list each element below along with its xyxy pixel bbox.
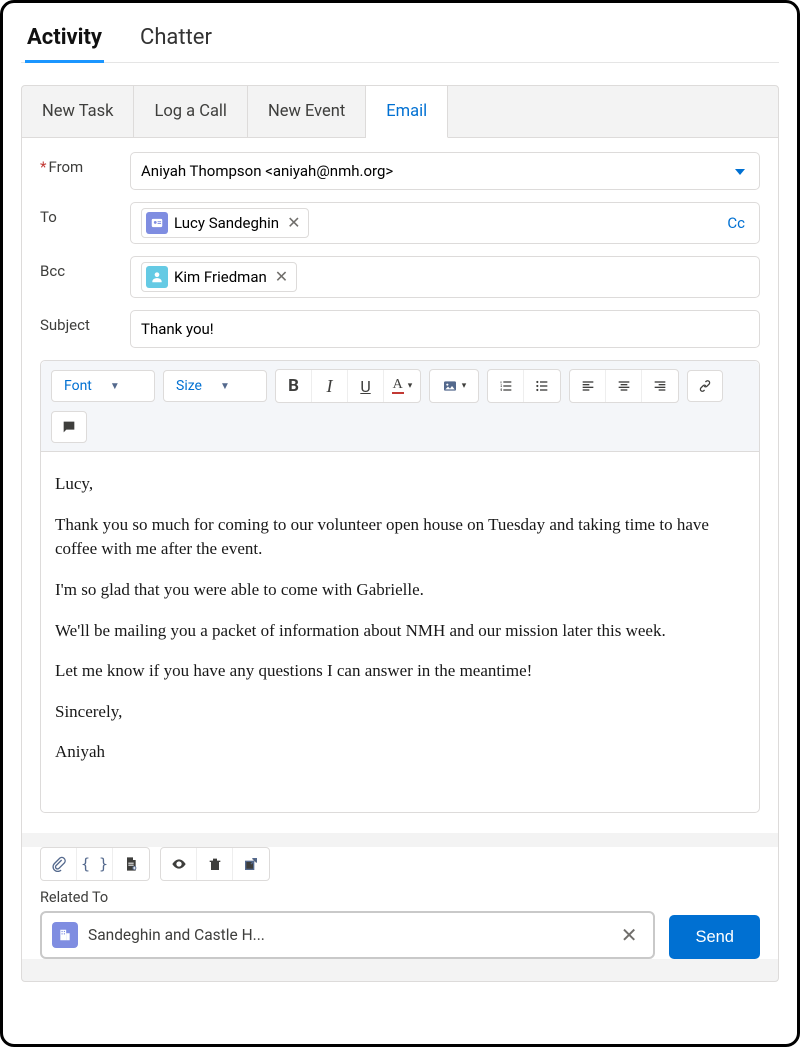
person-icon	[146, 266, 168, 288]
bcc-field[interactable]: Kim Friedman ✕	[130, 256, 760, 298]
send-button[interactable]: Send	[669, 915, 760, 959]
from-value: Aniyah Thompson <aniyah@nmh.org>	[141, 162, 393, 180]
body-line: Aniyah	[55, 740, 745, 765]
align-center-button[interactable]	[606, 370, 642, 402]
contact-card-icon	[146, 212, 168, 234]
account-icon	[52, 922, 78, 948]
popout-button[interactable]	[233, 848, 269, 880]
insert-image-button[interactable]: ▾	[430, 370, 478, 402]
inner-tab-bar: New Task Log a Call New Event Email	[22, 86, 778, 138]
align-left-button[interactable]	[570, 370, 606, 402]
rte-toolbar: Font▼ Size▼ B I U A▾ ▾	[41, 361, 759, 452]
activity-panel: New Task Log a Call New Event Email From…	[21, 85, 779, 982]
top-tab-bar: Activity Chatter	[21, 17, 779, 63]
align-right-button[interactable]	[642, 370, 678, 402]
tab-log-call[interactable]: Log a Call	[134, 86, 247, 138]
label-bcc: Bcc	[40, 256, 130, 280]
subject-input[interactable]	[141, 320, 749, 338]
activity-email-composer: Activity Chatter New Task Log a Call New…	[0, 0, 800, 1047]
to-recipient-name: Lucy Sandeghin	[174, 214, 279, 232]
body-line: Sincerely,	[55, 700, 745, 725]
remove-to-recipient[interactable]: ✕	[287, 215, 300, 231]
list-group	[487, 369, 561, 403]
chevron-down-icon	[735, 169, 745, 175]
related-to-value: Sandeghin and Castle H...	[88, 926, 615, 944]
from-select[interactable]: Aniyah Thompson <aniyah@nmh.org>	[130, 152, 760, 190]
tab-email[interactable]: Email	[366, 86, 448, 138]
related-to-field[interactable]: Sandeghin and Castle H... ✕	[40, 911, 655, 959]
size-select[interactable]: Size▼	[163, 370, 267, 402]
align-group	[569, 369, 679, 403]
underline-button[interactable]: U	[348, 370, 384, 402]
bcc-recipient-pill[interactable]: Kim Friedman ✕	[141, 262, 297, 292]
label-related-to: Related To	[40, 889, 655, 906]
cc-link[interactable]: Cc	[727, 214, 745, 232]
body-line: Let me know if you have any questions I …	[55, 659, 745, 684]
tab-new-event[interactable]: New Event	[248, 86, 366, 138]
label-from: From	[40, 152, 130, 176]
remove-bcc-recipient[interactable]: ✕	[275, 269, 288, 285]
insert-template-button[interactable]	[113, 848, 149, 880]
font-select[interactable]: Font▼	[51, 370, 155, 402]
tab-filler	[448, 86, 778, 138]
clear-button[interactable]	[197, 848, 233, 880]
attach-file-button[interactable]	[41, 848, 77, 880]
subject-field[interactable]	[130, 310, 760, 348]
preview-group	[160, 847, 270, 881]
attach-group: { }	[40, 847, 150, 881]
body-line: We'll be mailing you a packet of informa…	[55, 619, 745, 644]
tab-chatter[interactable]: Chatter	[138, 17, 214, 62]
ordered-list-button[interactable]	[488, 370, 524, 402]
to-recipient-pill[interactable]: Lucy Sandeghin ✕	[141, 208, 309, 238]
body-line: Lucy,	[55, 472, 745, 497]
insert-link-button[interactable]	[687, 370, 723, 402]
rich-text-editor: Font▼ Size▼ B I U A▾ ▾	[40, 360, 760, 813]
clear-related-to[interactable]: ✕	[615, 923, 644, 947]
text-style-group: B I U A▾	[275, 369, 421, 403]
text-color-button[interactable]: A▾	[384, 370, 420, 402]
preview-button[interactable]	[161, 848, 197, 880]
bcc-recipient-name: Kim Friedman	[174, 268, 267, 286]
insert-quick-text-button[interactable]	[51, 411, 87, 443]
bold-button[interactable]: B	[276, 370, 312, 402]
tab-new-task[interactable]: New Task	[22, 86, 134, 138]
tab-activity[interactable]: Activity	[25, 17, 104, 62]
to-field[interactable]: Lucy Sandeghin ✕ Cc	[130, 202, 760, 244]
email-compose-form: From Aniyah Thompson <aniyah@nmh.org> To…	[22, 138, 778, 833]
email-body[interactable]: Lucy, Thank you so much for coming to ou…	[41, 452, 759, 812]
label-to: To	[40, 202, 130, 226]
composer-footer: { } Related To Sandeghin and Castle H...	[22, 847, 778, 959]
label-subject: Subject	[40, 310, 130, 334]
body-line: Thank you so much for coming to our volu…	[55, 513, 745, 562]
insert-group: ▾	[429, 369, 479, 403]
unordered-list-button[interactable]	[524, 370, 560, 402]
insert-merge-field-button[interactable]: { }	[77, 848, 113, 880]
body-line: I'm so glad that you were able to come w…	[55, 578, 745, 603]
italic-button[interactable]: I	[312, 370, 348, 402]
